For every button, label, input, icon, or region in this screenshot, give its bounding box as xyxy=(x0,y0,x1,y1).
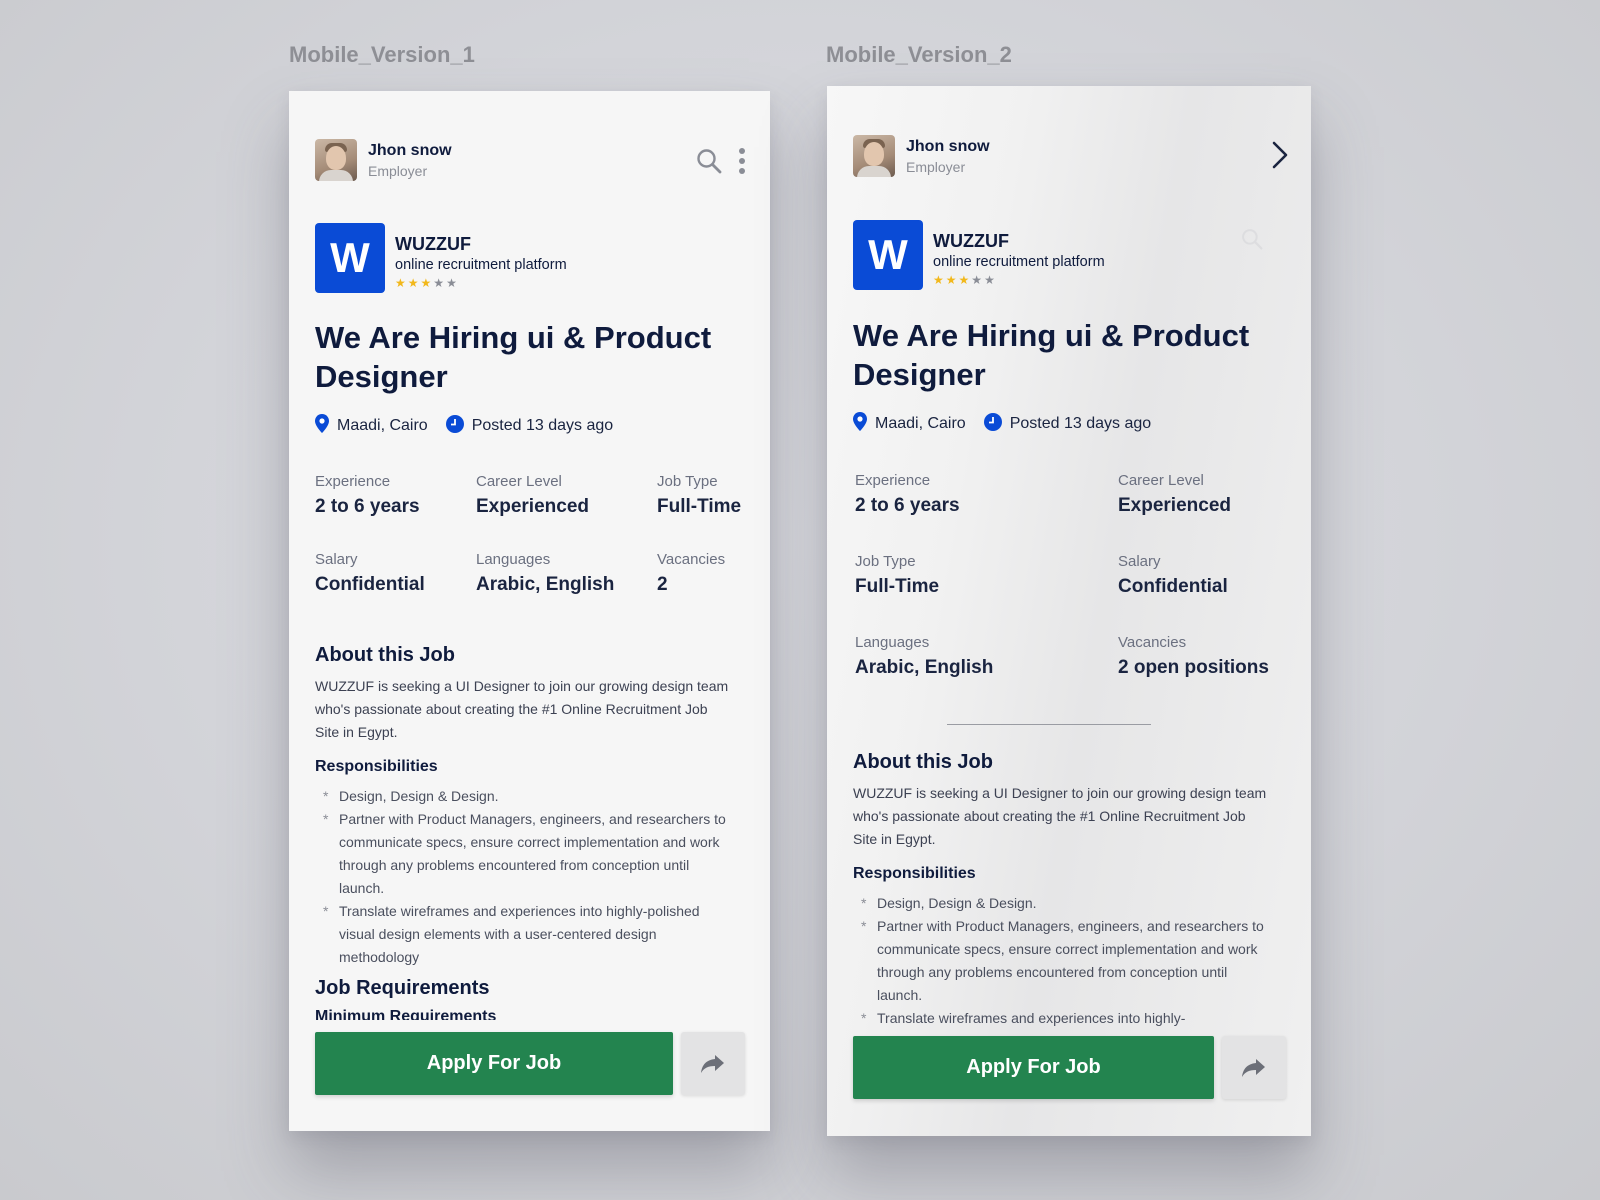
share-icon xyxy=(1242,1058,1265,1077)
about-text: WUZZUF is seeking a UI Designer to join … xyxy=(853,785,1267,847)
about-text: WUZZUF is seeking a UI Designer to join … xyxy=(315,678,729,740)
detail-experience: Experience 2 to 6 years xyxy=(855,472,960,516)
location-pin-icon xyxy=(315,414,329,438)
list-item: Partner with Product Managers, engineers… xyxy=(853,915,1273,1007)
list-item: Translate wireframes and experiences int… xyxy=(315,900,735,969)
divider xyxy=(947,724,1151,725)
job-title: We Are Hiring ui & Product Designer xyxy=(853,318,1250,392)
detail-salary: Salary Confidential xyxy=(1118,553,1228,597)
detail-experience: Experience 2 to 6 years xyxy=(315,473,420,517)
list-item: Design, Design & Design. xyxy=(315,785,735,808)
clock-icon xyxy=(445,414,464,438)
company-description: online recruitment platform xyxy=(395,257,567,273)
about-heading: About this Job xyxy=(853,751,993,773)
star-icon: ★ xyxy=(407,276,421,290)
mobile-screen-2: Jhon snow Employer W WUZZUF online recru… xyxy=(827,86,1311,1136)
job-requirements-heading: Job Requirements xyxy=(315,977,490,999)
location-text: Maadi, Cairo xyxy=(337,417,428,434)
detail-salary: Salary Confidential xyxy=(315,551,425,595)
action-bar: Apply For Job xyxy=(853,1036,1286,1099)
frame-title-2: Mobile_Version_2 xyxy=(826,42,1012,67)
job-meta: Maadi, Cairo Posted 13 days ago xyxy=(315,414,613,438)
star-icon: ★ xyxy=(933,273,946,287)
user-name: Jhon snow xyxy=(906,137,990,155)
user-profile[interactable]: Jhon snow Employer xyxy=(315,139,452,181)
posted-text: Posted 13 days ago xyxy=(471,417,614,434)
company-rating: ★★★★★ xyxy=(933,274,1105,286)
share-button[interactable] xyxy=(1222,1036,1286,1099)
star-icon: ★ xyxy=(433,276,447,290)
action-bar: Apply For Job xyxy=(315,1032,745,1095)
star-icon: ★ xyxy=(958,273,972,287)
location-text: Maadi, Cairo xyxy=(875,415,966,432)
company-name: WUZZUF xyxy=(933,231,1009,251)
company-card[interactable]: W WUZZUF online recruitment platform ★★★… xyxy=(853,220,1105,290)
list-item: Design, Design & Design. xyxy=(853,892,1273,915)
company-rating: ★★★★★ xyxy=(395,277,567,289)
avatar xyxy=(853,135,895,177)
detail-job-type: Job Type Full-Time xyxy=(855,553,940,597)
location-pin-icon xyxy=(853,412,867,436)
mobile-screen-1: Jhon snow Employer W WUZZUF online recru… xyxy=(289,91,770,1131)
about-section: About this Job WUZZUF is seeking a UI De… xyxy=(853,751,1273,1030)
search-icon[interactable] xyxy=(696,148,722,174)
user-role: Employer xyxy=(906,158,966,175)
responsibilities-heading: Responsibilities xyxy=(853,865,976,882)
star-icon: ★ xyxy=(446,276,459,290)
star-icon: ★ xyxy=(984,273,997,287)
more-vertical-icon[interactable] xyxy=(738,147,746,175)
list-item: Partner with Product Managers, engineers… xyxy=(315,808,735,900)
clock-icon xyxy=(983,412,1002,436)
job-title: We Are Hiring ui & Product Designer xyxy=(315,320,712,394)
about-section: About this Job WUZZUF is seeking a UI De… xyxy=(315,644,735,1020)
share-icon xyxy=(701,1054,724,1073)
responsibilities-list: Design, Design & Design. Partner with Pr… xyxy=(853,892,1273,1030)
company-card[interactable]: W WUZZUF online recruitment platform ★★★… xyxy=(315,223,567,293)
list-item: Translate wireframes and experiences int… xyxy=(853,1007,1273,1030)
detail-job-type: Job Type Full-Time xyxy=(657,473,742,517)
company-name: WUZZUF xyxy=(395,234,471,254)
detail-vacancies: Vacancies 2 open positions xyxy=(1118,634,1269,678)
company-logo: W xyxy=(853,220,923,290)
company-logo: W xyxy=(315,223,385,293)
user-name: Jhon snow xyxy=(368,141,452,159)
detail-career-level: Career Level Experienced xyxy=(476,473,589,517)
star-icon: ★ xyxy=(971,273,985,287)
search-icon[interactable] xyxy=(1241,228,1263,255)
share-button[interactable] xyxy=(681,1032,745,1095)
company-description: online recruitment platform xyxy=(933,254,1105,270)
detail-vacancies: Vacancies 2 xyxy=(657,551,726,595)
star-icon: ★ xyxy=(420,276,434,290)
minimum-requirements-heading: Minimum Requirements xyxy=(315,1008,497,1020)
posted-text: Posted 13 days ago xyxy=(1009,415,1152,432)
apply-button[interactable]: Apply For Job xyxy=(853,1036,1214,1099)
detail-career-level: Career Level Experienced xyxy=(1118,472,1231,516)
star-icon: ★ xyxy=(395,276,408,290)
about-heading: About this Job xyxy=(315,644,455,666)
frame-title-1: Mobile_Version_1 xyxy=(289,42,475,67)
user-role: Employer xyxy=(368,162,428,179)
detail-languages: Languages Arabic, English xyxy=(476,551,615,595)
detail-languages: Languages Arabic, English xyxy=(855,634,994,678)
star-icon: ★ xyxy=(945,273,959,287)
responsibilities-heading: Responsibilities xyxy=(315,758,438,775)
avatar xyxy=(315,139,357,181)
responsibilities-list: Design, Design & Design. Partner with Pr… xyxy=(315,785,735,969)
user-profile[interactable]: Jhon snow Employer xyxy=(853,135,990,177)
job-meta: Maadi, Cairo Posted 13 days ago xyxy=(853,412,1151,436)
chevron-right-icon[interactable] xyxy=(1271,140,1289,170)
apply-button[interactable]: Apply For Job xyxy=(315,1032,673,1095)
